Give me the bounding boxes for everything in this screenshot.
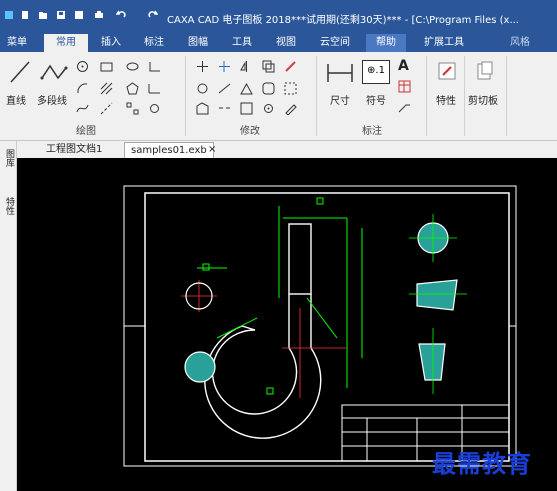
ribbon-separator	[506, 56, 507, 136]
clipboard-label[interactable]: 剪切板	[468, 92, 498, 107]
mirror-icon[interactable]	[240, 60, 253, 73]
section-circle-left	[184, 351, 216, 383]
tab-common[interactable]: 常用	[44, 34, 88, 52]
tab-style[interactable]: 风格	[505, 34, 535, 52]
centerline-icon[interactable]	[100, 102, 113, 115]
break-icon[interactable]	[218, 102, 231, 115]
watermark-text: 最需教育	[432, 449, 532, 478]
line-tool-icon[interactable]	[8, 58, 32, 86]
table-icon[interactable]	[398, 80, 411, 93]
ribbon-tab-strip: 菜单 常用 插入 标注 图幅 工具 视图 云空间 帮助 扩展工具 风格	[0, 34, 557, 52]
annotate-group-label: 标注	[362, 126, 382, 137]
symbol-icon[interactable]: ⊕.1	[362, 60, 390, 84]
hatch-icon[interactable]	[100, 82, 113, 95]
rotate-icon[interactable]	[196, 82, 209, 95]
polyline-tool-icon[interactable]	[40, 58, 68, 86]
curve-icon[interactable]	[76, 102, 89, 115]
ribbon-separator	[464, 56, 465, 136]
side-panel: 图库 特性	[0, 141, 17, 491]
tab-view[interactable]: 视图	[268, 34, 304, 52]
paste-icon[interactable]	[474, 60, 496, 82]
new-icon[interactable]	[20, 10, 30, 20]
tab-tools[interactable]: 工具	[224, 34, 260, 52]
drawing-canvas[interactable]	[17, 158, 557, 491]
document-tabs: 工程图文档1 samples01.exb ×	[0, 141, 557, 159]
properties-panel-tab[interactable]: 特性	[2, 197, 14, 215]
extend-icon[interactable]	[218, 82, 231, 95]
copy-icon[interactable]	[262, 60, 275, 73]
draw-group-label: 绘图	[76, 126, 96, 137]
ribbon-separator	[185, 56, 186, 136]
line-tool-label[interactable]: 直线	[6, 92, 26, 107]
move-icon[interactable]	[196, 60, 209, 73]
text-icon[interactable]: A	[398, 58, 414, 74]
doc-tab-drawing1[interactable]: 工程图文档1	[40, 142, 108, 157]
polyline-tool-label[interactable]: 多段线	[37, 92, 67, 107]
rectangle-icon[interactable]	[100, 60, 113, 73]
tab-frame[interactable]: 图幅	[180, 34, 216, 52]
ribbon-separator	[316, 56, 317, 136]
properties-label[interactable]: 特性	[436, 92, 456, 107]
stretch-icon[interactable]	[196, 102, 209, 115]
edit-icon[interactable]	[284, 102, 297, 116]
arc-icon[interactable]	[76, 82, 89, 95]
point-icon[interactable]	[148, 102, 161, 115]
doc-tab-samples[interactable]: samples01.exb	[124, 142, 214, 158]
open-icon[interactable]	[38, 10, 48, 20]
tab-cloud[interactable]: 云空间	[313, 34, 357, 52]
app-icon[interactable]	[4, 10, 14, 20]
circle-icon[interactable]	[76, 60, 89, 73]
save-as-icon[interactable]	[74, 10, 84, 20]
scale-icon[interactable]	[240, 82, 253, 95]
modify-group-label: 修改	[240, 126, 260, 137]
title-bar: CAXA CAD 电子图板 2018***试用期(还剩30天)*** - [C:…	[0, 0, 557, 34]
section-trapezoid-mid	[416, 279, 458, 311]
print-icon[interactable]	[94, 10, 104, 20]
save-icon[interactable]	[56, 10, 66, 20]
symbol-label[interactable]: 符号	[366, 92, 386, 107]
dimension-icon[interactable]	[326, 60, 354, 86]
ellipse-icon[interactable]	[126, 60, 139, 73]
explode-icon[interactable]	[262, 102, 275, 115]
offset-icon[interactable]	[284, 82, 297, 95]
window-title: CAXA CAD 电子图板 2018***试用期(还剩30天)*** - [C:…	[167, 15, 519, 26]
trim-icon[interactable]	[218, 60, 231, 73]
properties-icon[interactable]	[436, 60, 458, 82]
chamfer-icon[interactable]	[240, 102, 253, 115]
redo-icon[interactable]	[148, 10, 159, 20]
polygon-icon[interactable]	[126, 82, 139, 95]
ribbon-separator	[426, 56, 427, 136]
angle-line-icon[interactable]	[148, 60, 161, 73]
tab-menu[interactable]: 菜单	[0, 34, 34, 52]
close-tab-icon[interactable]: ×	[206, 142, 218, 157]
spline-icon[interactable]	[148, 82, 161, 95]
tab-annotate[interactable]: 标注	[136, 34, 172, 52]
tab-help[interactable]: 帮助	[366, 34, 406, 52]
erase-icon[interactable]	[284, 60, 297, 73]
tab-extensions[interactable]: 扩展工具	[416, 34, 472, 52]
array-icon[interactable]	[126, 102, 139, 115]
dimension-label[interactable]: 尺寸	[330, 92, 350, 107]
undo-icon[interactable]	[115, 10, 126, 20]
library-panel-tab[interactable]: 图库	[2, 149, 14, 167]
leader-icon[interactable]	[398, 100, 411, 113]
tab-insert[interactable]: 插入	[93, 34, 129, 52]
ribbon: 直线 多段线 绘图 修改 尺寸 ⊕.1 符号 A 标注 特性 剪切板	[0, 52, 557, 141]
fillet-icon[interactable]	[262, 82, 275, 95]
